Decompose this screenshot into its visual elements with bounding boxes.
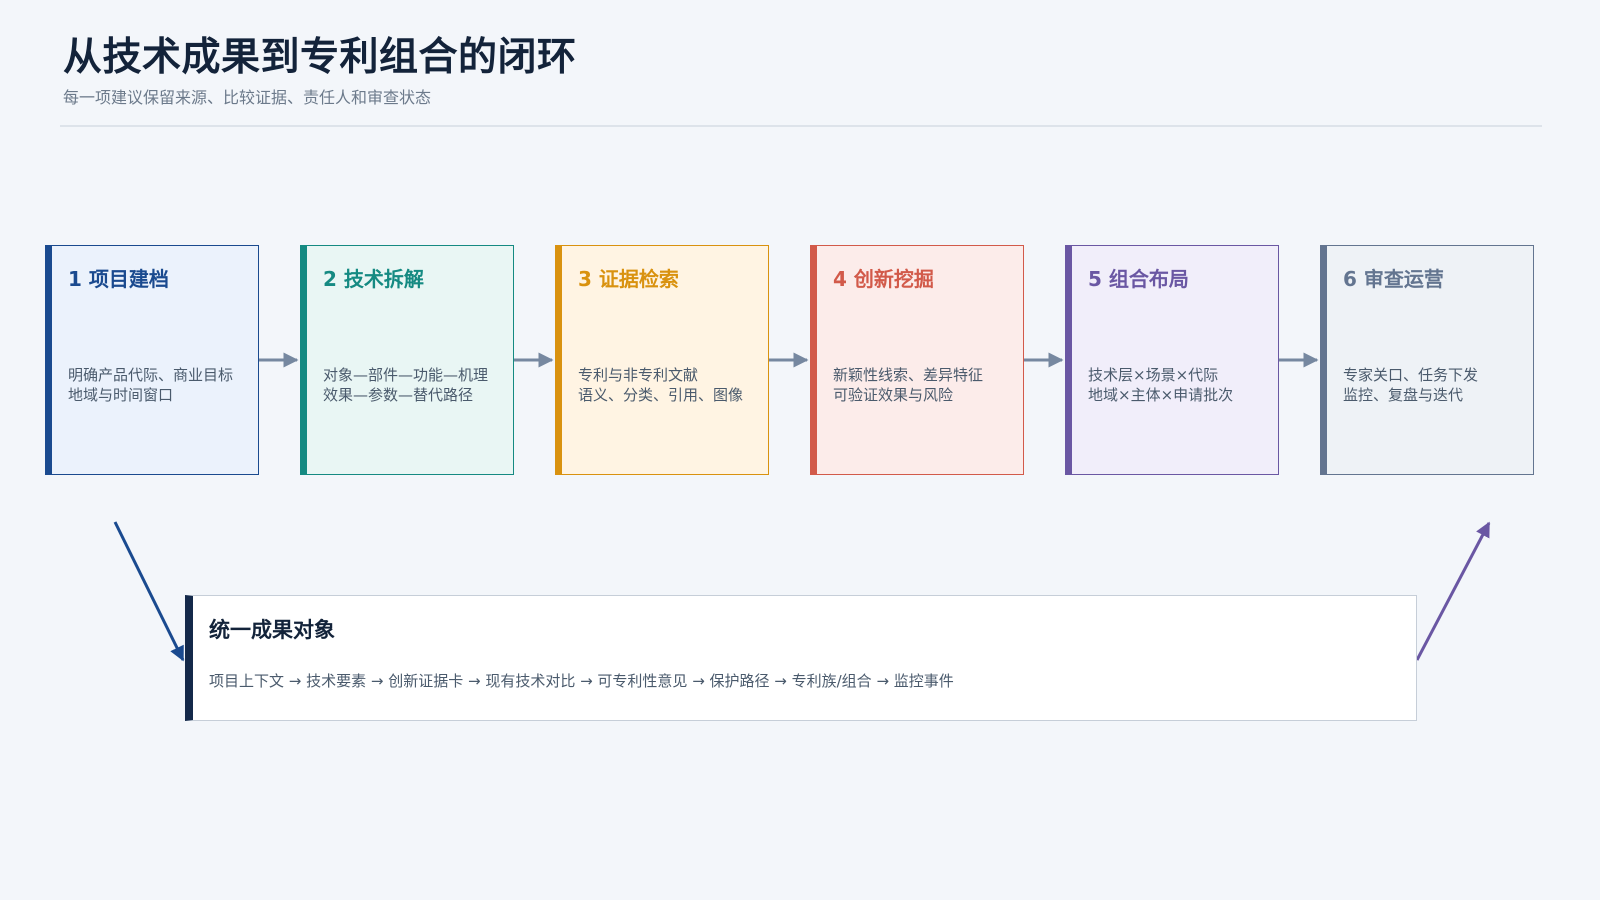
connector-arrows xyxy=(113,352,1491,662)
unified-title: 统一成果对象 xyxy=(209,618,335,642)
unified-outcome-box: 统一成果对象 项目上下文 → 技术要素 → 创新证据卡 → 现有技术对比 → 可… xyxy=(185,595,1417,721)
down-arrow-to-unified xyxy=(113,521,185,662)
up-arrow-from-unified xyxy=(1415,521,1491,661)
unified-flow-text: 项目上下文 → 技术要素 → 创新证据卡 → 现有技术对比 → 可专利性意见 →… xyxy=(209,672,954,690)
